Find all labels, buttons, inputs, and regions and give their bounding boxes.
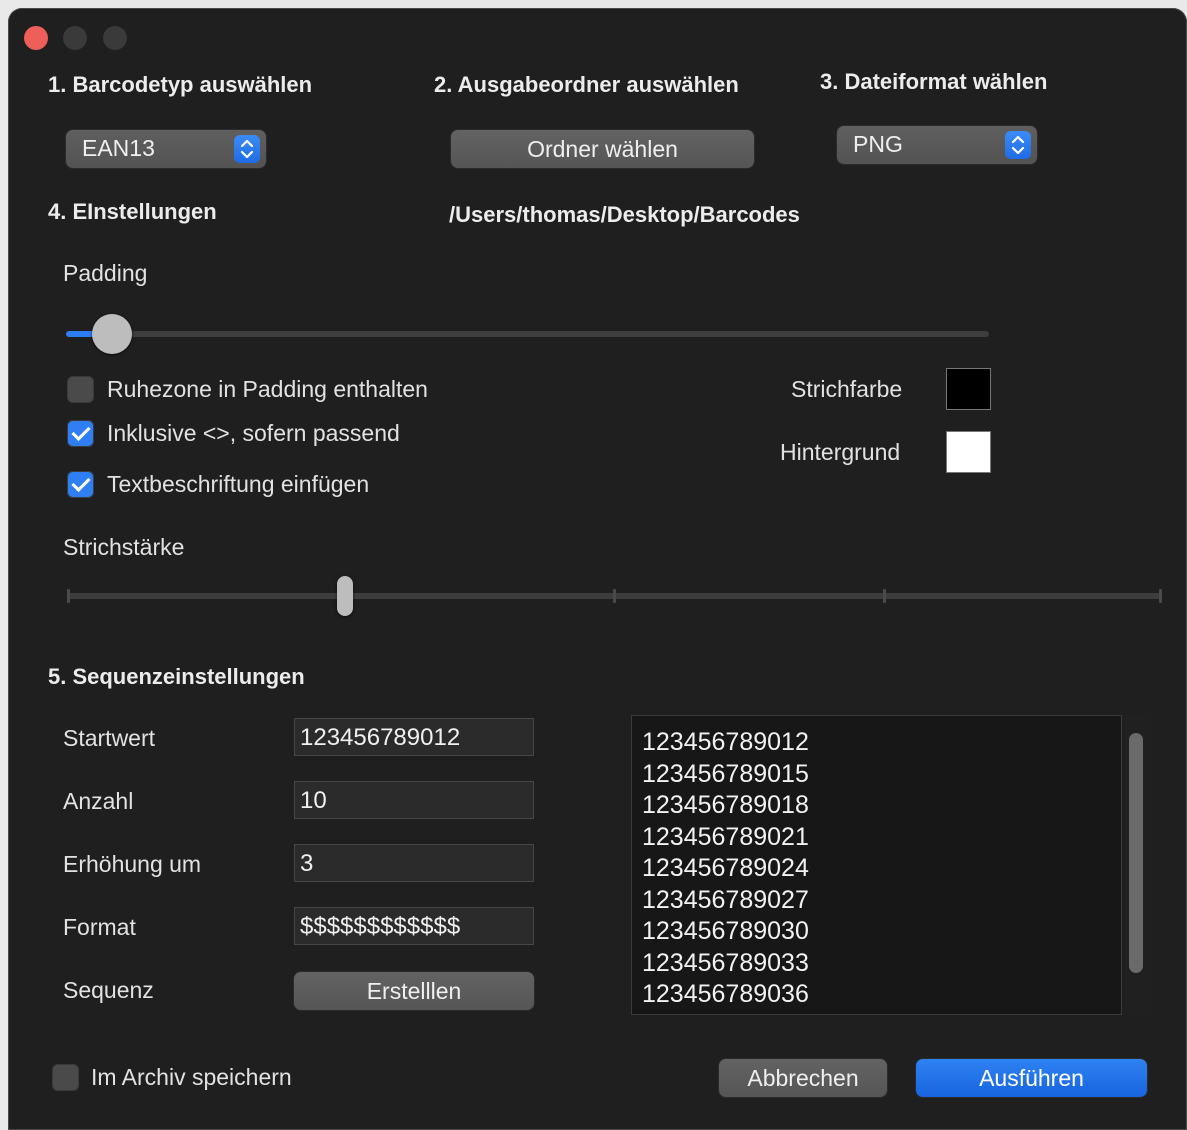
create-sequence-button[interactable]: Erstelllen bbox=[294, 972, 534, 1010]
padding-slider-knob[interactable] bbox=[92, 314, 132, 354]
stroke-width-slider-knob[interactable] bbox=[337, 576, 353, 616]
slider-tick bbox=[883, 589, 886, 603]
list-item[interactable]: 123456789036 bbox=[642, 979, 809, 1011]
archive-checkbox[interactable] bbox=[52, 1064, 79, 1091]
zoom-window-button[interactable] bbox=[103, 26, 127, 50]
stroke-color-label: Strichfarbe bbox=[791, 376, 903, 402]
background-color-well[interactable] bbox=[947, 432, 990, 472]
list-item[interactable]: 123456789018 bbox=[642, 790, 809, 822]
file-format-heading: 3. Dateiformat wählen bbox=[820, 69, 1048, 94]
scrollbar-thumb[interactable] bbox=[1129, 733, 1143, 973]
padding-label: Padding bbox=[63, 260, 148, 286]
barcode-type-value: EAN13 bbox=[82, 135, 155, 161]
start-value-field[interactable]: 123456789012 bbox=[294, 718, 534, 756]
quiet-zone-label: Ruhezone in Padding enthalten bbox=[107, 376, 428, 402]
include-brackets-checkbox[interactable] bbox=[67, 420, 94, 447]
run-button[interactable]: Ausführen bbox=[916, 1059, 1147, 1097]
list-item[interactable]: 123456789030 bbox=[642, 916, 809, 948]
slider-tick bbox=[67, 589, 70, 603]
app-window: 1. Barcodetyp auswählen EAN13 2. Ausgabe… bbox=[8, 8, 1187, 1130]
output-path: /Users/thomas/Desktop/Barcodes bbox=[449, 202, 800, 227]
sequence-label: Sequenz bbox=[63, 977, 154, 1003]
count-field[interactable]: 10 bbox=[294, 781, 534, 819]
updown-chevron-icon bbox=[234, 135, 260, 163]
sequence-list-scrollbar[interactable] bbox=[1121, 715, 1151, 1015]
sequence-heading: 5. Sequenzeinstellungen bbox=[48, 664, 305, 689]
choose-folder-button[interactable]: Ordner wählen bbox=[451, 130, 754, 168]
stroke-width-label: Strichstärke bbox=[63, 534, 185, 560]
sequence-list-rows: 123456789012 123456789015 123456789018 1… bbox=[642, 727, 809, 1015]
count-label: Anzahl bbox=[63, 788, 134, 814]
file-format-popup[interactable]: PNG bbox=[837, 126, 1037, 164]
close-window-button[interactable] bbox=[24, 26, 48, 50]
list-item[interactable]: 123456789012 bbox=[642, 727, 809, 759]
cancel-button[interactable]: Abbrechen bbox=[719, 1059, 887, 1097]
barcode-type-heading: 1. Barcodetyp auswählen bbox=[48, 72, 313, 97]
list-item[interactable]: 123456789039 bbox=[642, 1011, 809, 1016]
stroke-color-well[interactable] bbox=[947, 369, 990, 409]
list-item[interactable]: 123456789024 bbox=[642, 853, 809, 885]
barcode-type-popup[interactable]: EAN13 bbox=[66, 130, 266, 168]
settings-heading: 4. EInstellungen bbox=[48, 199, 217, 224]
list-item[interactable]: 123456789021 bbox=[642, 822, 809, 854]
list-item[interactable]: 123456789015 bbox=[642, 759, 809, 791]
quiet-zone-checkbox[interactable] bbox=[67, 376, 94, 403]
increment-label: Erhöhung um bbox=[63, 851, 202, 877]
increment-field[interactable]: 3 bbox=[294, 844, 534, 882]
sequence-list[interactable]: 123456789012 123456789015 123456789018 1… bbox=[631, 715, 1151, 1015]
slider-tick bbox=[613, 589, 616, 603]
padding-slider-track[interactable] bbox=[66, 331, 989, 337]
text-label-checkbox[interactable] bbox=[67, 471, 94, 498]
format-field[interactable]: $$$$$$$$$$$$ bbox=[294, 907, 534, 945]
format-label: Format bbox=[63, 914, 136, 940]
include-brackets-label: Inklusive <>, sofern passend bbox=[107, 420, 400, 446]
list-item[interactable]: 123456789033 bbox=[642, 948, 809, 980]
file-format-value: PNG bbox=[853, 131, 903, 157]
archive-label: Im Archiv speichern bbox=[91, 1064, 292, 1090]
output-folder-heading: 2. Ausgabeordner auswählen bbox=[434, 72, 739, 97]
background-color-label: Hintergrund bbox=[780, 439, 901, 465]
list-item[interactable]: 123456789027 bbox=[642, 885, 809, 917]
slider-tick bbox=[1159, 589, 1162, 603]
updown-chevron-icon bbox=[1005, 131, 1031, 159]
minimize-window-button[interactable] bbox=[63, 26, 87, 50]
text-label-label: Textbeschriftung einfügen bbox=[107, 471, 370, 497]
start-value-label: Startwert bbox=[63, 725, 156, 751]
